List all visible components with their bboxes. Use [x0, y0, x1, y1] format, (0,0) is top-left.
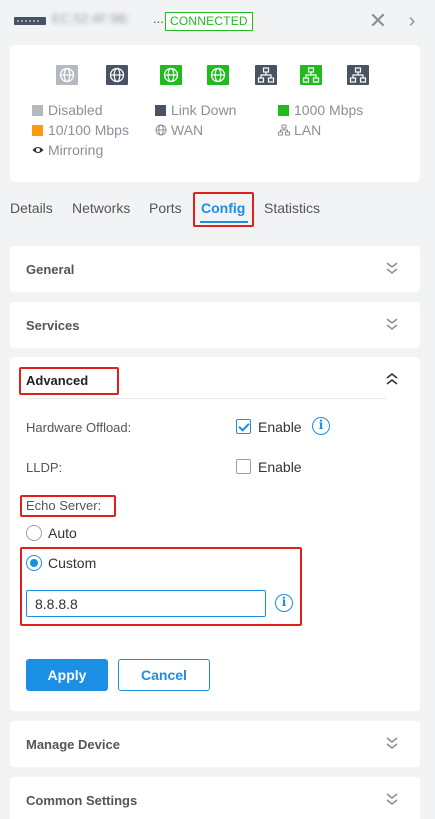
chevron-double-down-icon[interactable] — [385, 317, 399, 331]
section-manage-device-title: Manage Device — [26, 737, 120, 752]
tab-networks[interactable]: Networks — [72, 199, 130, 217]
section-general-title: General — [26, 262, 75, 277]
port-3-globe-icon[interactable] — [160, 65, 182, 85]
eye-icon — [32, 147, 44, 153]
legend-1000: 1000 Mbps — [278, 101, 363, 119]
chevron-double-down-icon[interactable] — [385, 792, 399, 806]
status-badge: CONNECTED — [165, 12, 253, 31]
hardware-offload-enable-label[interactable]: Enable — [258, 419, 302, 435]
echo-server-highlight-box — [20, 495, 116, 517]
chevron-double-up-icon[interactable] — [385, 372, 399, 386]
radio-custom-label[interactable]: Custom — [48, 555, 96, 571]
port-1-globe-icon[interactable] — [56, 65, 78, 85]
legend-wan: WAN — [155, 121, 203, 139]
info-icon[interactable]: i — [312, 417, 330, 435]
section-common-settings-title: Common Settings — [26, 793, 138, 808]
legend-lan-label: LAN — [294, 122, 322, 138]
network-icon — [278, 124, 290, 136]
legend-1000-swatch — [278, 105, 289, 116]
legend-mirroring-label: Mirroring — [48, 142, 104, 158]
section-divider — [26, 398, 386, 399]
chevron-double-down-icon[interactable] — [385, 261, 399, 275]
port-7-network-icon[interactable] — [347, 65, 369, 85]
legend-10-100-swatch — [32, 125, 43, 136]
chevron-right-icon[interactable]: › — [402, 10, 422, 32]
legend-lan: LAN — [278, 121, 321, 139]
legend-link-down-label: Link Down — [171, 102, 237, 118]
legend-wan-label: WAN — [171, 122, 204, 138]
tab-details[interactable]: Details — [10, 199, 53, 217]
legend-disabled-label: Disabled — [48, 102, 103, 118]
device-name-ellipsis: ... — [153, 11, 164, 26]
legend-disabled: Disabled — [32, 101, 102, 119]
section-services-title: Services — [26, 318, 80, 333]
cancel-button[interactable]: Cancel — [118, 659, 210, 691]
radio-custom[interactable] — [26, 555, 42, 571]
hardware-offload-checkbox[interactable] — [236, 419, 251, 434]
legend-10-100-label: 10/100 Mbps — [48, 122, 129, 138]
panel-header: EC:52:4F:9B: ... CONNECTED ✕ › — [0, 0, 435, 44]
legend-1000-label: 1000 Mbps — [294, 102, 364, 118]
legend-disabled-swatch — [32, 105, 43, 116]
port-2-globe-icon[interactable] — [106, 65, 128, 85]
legend-link-down: Link Down — [155, 101, 236, 119]
chevron-double-down-icon[interactable] — [385, 736, 399, 750]
port-status-panel: Disabled Link Down 1000 Mbps 10/100 Mbps… — [10, 45, 420, 182]
close-icon[interactable]: ✕ — [368, 10, 388, 32]
apply-button[interactable]: Apply — [26, 659, 108, 691]
lldp-enable-label[interactable]: Enable — [258, 459, 302, 475]
tab-statistics[interactable]: Statistics — [264, 199, 320, 217]
tab-highlight-box — [193, 192, 254, 227]
radio-auto[interactable] — [26, 525, 42, 541]
globe-icon — [155, 124, 167, 136]
section-services[interactable]: Services — [10, 302, 420, 348]
section-advanced: Advanced Hardware Offload: Enable i LLDP… — [10, 357, 420, 711]
legend-mirroring: Mirroring — [32, 141, 103, 159]
radio-auto-label[interactable]: Auto — [48, 525, 77, 541]
lldp-checkbox[interactable] — [236, 459, 251, 474]
section-manage-device[interactable]: Manage Device — [10, 721, 420, 767]
device-name: EC:52:4F:9B: — [52, 11, 131, 26]
port-6-network-icon[interactable] — [300, 65, 322, 85]
tab-ports[interactable]: Ports — [149, 199, 182, 217]
echo-server-input[interactable] — [26, 590, 266, 617]
info-icon[interactable]: i — [275, 594, 293, 612]
section-common-settings[interactable]: Common Settings — [10, 777, 420, 819]
port-4-globe-icon[interactable] — [207, 65, 229, 85]
legend-link-down-swatch — [155, 105, 166, 116]
tab-bar: Details Networks Ports Config Statistics — [0, 192, 435, 228]
legend-10-100: 10/100 Mbps — [32, 121, 129, 139]
advanced-highlight-box — [19, 367, 119, 395]
router-icon — [14, 17, 46, 25]
hardware-offload-label: Hardware Offload: — [26, 420, 132, 435]
port-5-network-icon[interactable] — [255, 65, 277, 85]
section-general[interactable]: General — [10, 246, 420, 292]
lldp-label: LLDP: — [26, 460, 63, 475]
